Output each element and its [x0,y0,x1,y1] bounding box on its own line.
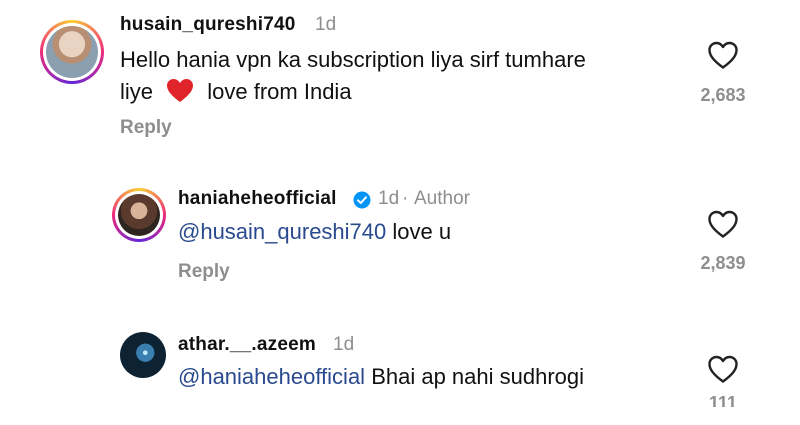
comment-time: 1d [315,14,337,35]
reply-button[interactable]: Reply [120,117,172,139]
comment-username[interactable]: husain_qureshi740 [120,14,296,36]
avatar-athar[interactable] [120,332,166,378]
verified-badge-icon [353,191,371,214]
like-count: 2,683 [700,85,746,105]
like-heart-icon[interactable] [707,354,739,384]
author-label: Author [414,188,470,209]
mention-link[interactable]: @husain_qureshi740 [178,219,386,244]
like-heart-icon[interactable] [707,40,739,70]
comment-username[interactable]: haniaheheofficial [178,188,337,210]
comment-text: Hello hania vpn ka subscription liya sir… [120,44,680,112]
comment-username[interactable]: athar.__.azeem [178,334,316,356]
like-heart-icon[interactable] [707,209,739,239]
reply-button[interactable]: Reply [178,261,230,283]
like-count: 111 [708,396,738,407]
comment-text: @husain_qureshi740 love u [178,219,452,244]
avatar-husain[interactable] [40,20,104,84]
avatar-hania[interactable] [112,188,166,242]
separator-dot: · [402,188,409,209]
comment-time: 1d [378,188,400,209]
comment-time: 1d [333,334,355,355]
comment-text: @haniaheheofficial Bhai ap nahi sudhrogi [178,364,585,389]
red-heart-emoji-icon [167,79,194,112]
like-count: 2,839 [700,253,746,273]
mention-link[interactable]: @haniaheheofficial [178,364,365,389]
